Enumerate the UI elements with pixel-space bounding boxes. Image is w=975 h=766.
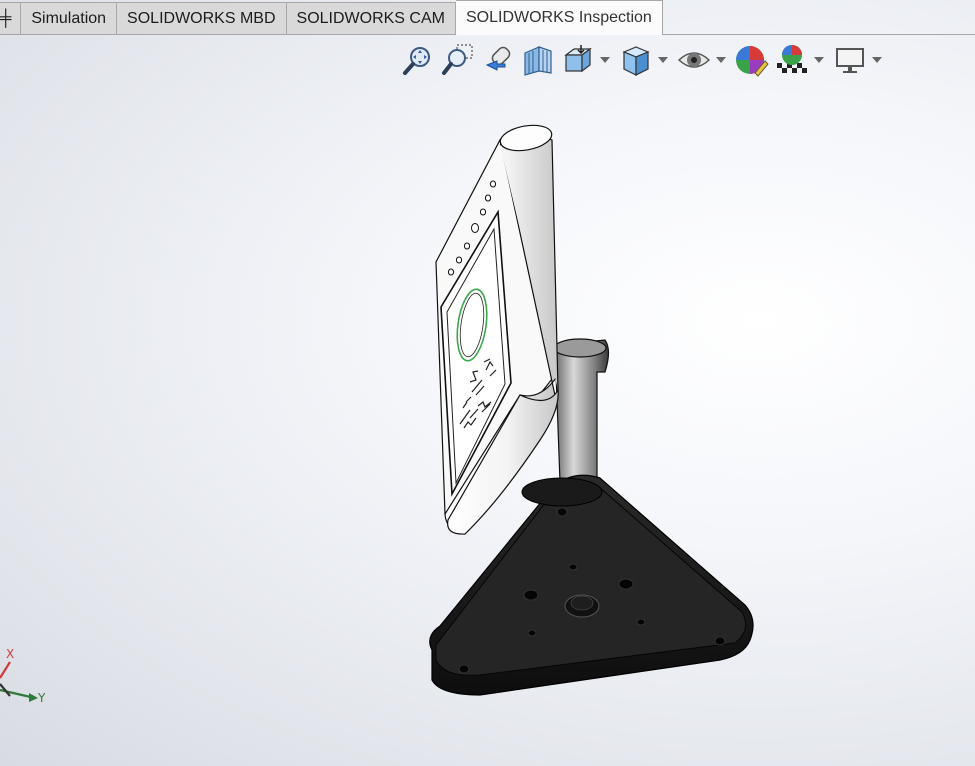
y-axis-label: Y [38, 691, 46, 705]
tab-partial[interactable]: ╪ [0, 2, 22, 35]
tab-solidworks-cam[interactable]: SOLIDWORKS CAM [286, 2, 456, 35]
tab-label: SOLIDWORKS MBD [127, 9, 276, 27]
command-manager-tabs: ╪ Simulation SOLIDWORKS MBD SOLIDWORKS C… [0, 0, 975, 35]
tab-label: Simulation [31, 9, 107, 27]
x-axis-label: X [6, 647, 15, 661]
tab-label: SOLIDWORKS Inspection [465, 9, 652, 26]
graphics-area[interactable] [0, 35, 975, 766]
tab-simulation[interactable]: Simulation [21, 2, 118, 35]
support-pole [553, 338, 610, 483]
tab-bar-filler [662, 1, 975, 35]
tab-solidworks-inspection[interactable]: SOLIDWORKS Inspection [455, 0, 663, 35]
axis-triad [0, 661, 38, 702]
tab-solidworks-mbd[interactable]: SOLIDWORKS MBD [117, 2, 287, 35]
display-housing [435, 124, 559, 535]
tab-label: ╪ [0, 9, 12, 27]
tab-label: SOLIDWORKS CAM [296, 9, 445, 27]
